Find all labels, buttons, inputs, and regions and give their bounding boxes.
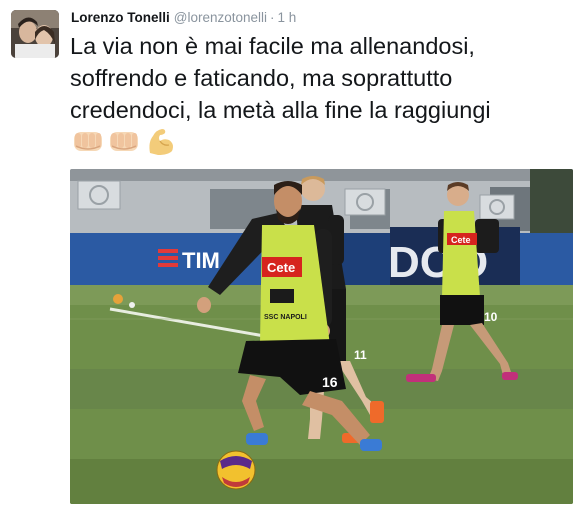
ac-unit <box>479 194 515 220</box>
tweet-photo[interactable]: TIM DOO Cete 10 11 Cete SSC NAPOLI 16 <box>70 169 573 504</box>
emoji-row <box>72 126 176 156</box>
player-number: 11 <box>354 348 367 362</box>
fist-icon <box>74 132 102 151</box>
tweet-header: Lorenzo Tonelli @lorenzotonelli · 1 h <box>71 9 296 27</box>
player-number: 10 <box>484 310 498 324</box>
shirt-text: SSC NAPOLI <box>264 314 307 321</box>
football <box>216 450 256 490</box>
tweet-timestamp[interactable]: 1 h <box>278 10 297 25</box>
fist-icon <box>110 132 138 151</box>
avatar-image <box>11 10 59 58</box>
tweet-text: La via non è mai facile ma allenandosi, … <box>70 33 491 123</box>
author-handle[interactable]: @lorenzotonelli <box>174 10 267 25</box>
ac-unit <box>344 188 386 216</box>
flexed-biceps-icon <box>149 129 173 155</box>
shirt-sponsor: Cete <box>267 260 295 275</box>
author-avatar[interactable] <box>11 10 59 58</box>
banner-text: TIM <box>182 248 220 273</box>
training-photo: TIM DOO Cete 10 11 Cete SSC NAPOLI 16 <box>70 169 573 504</box>
separator-dot: · <box>270 10 275 25</box>
player-number: 16 <box>322 374 338 390</box>
author-name[interactable]: Lorenzo Tonelli <box>71 10 170 25</box>
shirt-sponsor: Cete <box>451 235 471 245</box>
